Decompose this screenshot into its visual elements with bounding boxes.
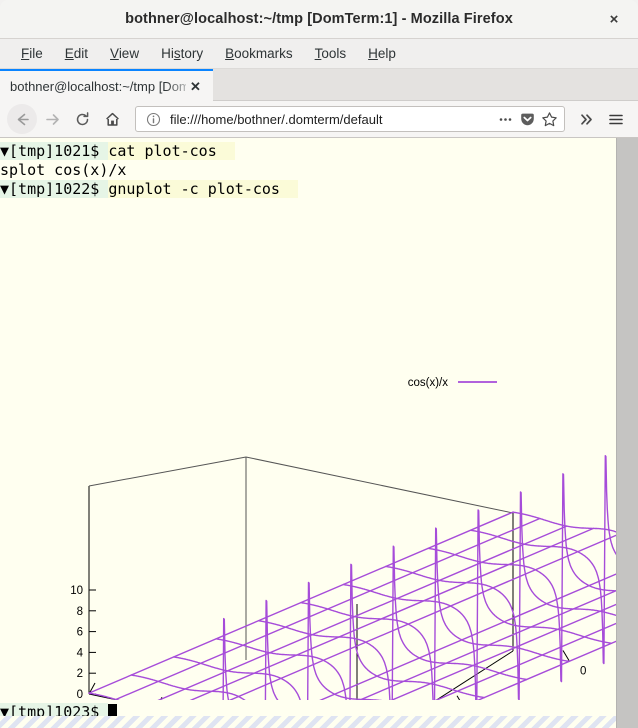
- tab-title: bothner@localhost:~/tmp [DomTerm:1]: [10, 79, 213, 94]
- page-actions-icon[interactable]: [494, 108, 516, 130]
- menu-item-edit[interactable]: Edit: [54, 46, 99, 61]
- mesh-isoline-x: [89, 512, 513, 693]
- firefox-window: bothner@localhost:~/tmp [DomTerm:1] - Mo…: [0, 0, 638, 728]
- chart-z-axis: 1086420-2-4-6-8-10: [66, 486, 96, 700]
- terminal-bottom-pattern: [0, 716, 616, 728]
- domterm-page: ▼[tmp]1021$ cat plot-cos splot cos(x)/x …: [0, 138, 638, 728]
- tab-domterm[interactable]: bothner@localhost:~/tmp [DomTerm:1] ✕: [0, 69, 213, 101]
- mesh-isoline-x: [330, 565, 616, 701]
- app-menu-button[interactable]: [601, 104, 631, 134]
- forward-button[interactable]: [37, 104, 67, 134]
- menu-item-file-label: ile: [29, 46, 43, 61]
- arrow-right-icon: [44, 111, 61, 128]
- menu-bar: File Edit View History Bookmarks Tools H…: [0, 39, 638, 69]
- z-tick-group: 1086420-2-4-6-8-10: [66, 585, 96, 700]
- fold-marker-icon[interactable]: ▼: [0, 180, 9, 198]
- menu-item-tools-label: ools: [321, 46, 346, 61]
- menu-item-help[interactable]: Help: [357, 46, 407, 61]
- legend-label-cosxx: cos(x)/x: [408, 377, 449, 389]
- z-tick-label: 8: [77, 606, 83, 618]
- terminal-command-1022: gnuplot -c plot-cos: [108, 180, 280, 198]
- terminal-output-text: splot cos(x)/x: [0, 161, 126, 179]
- chart-svg: cos(x)/x 1086420-2-4-6-8-10: [0, 200, 616, 700]
- info-icon[interactable]: [142, 108, 164, 130]
- terminal-prompt-1021: [tmp]1021$: [9, 142, 108, 160]
- gnuplot-surface-chart: cos(x)/x 1086420-2-4-6-8-10: [0, 200, 616, 700]
- menu-item-view[interactable]: View: [99, 46, 150, 61]
- tab-strip: bothner@localhost:~/tmp [DomTerm:1] ✕: [0, 69, 638, 101]
- tab-strip-empty-area: [213, 69, 638, 101]
- menu-item-view-label: iew: [119, 46, 139, 61]
- mesh-isoline-x: [196, 534, 616, 700]
- y-tick-label: 0: [580, 666, 586, 678]
- url-bar[interactable]: file:///home/bothner/.domterm/default: [135, 106, 565, 132]
- terminal-prompt-1022: [tmp]1022$: [9, 180, 108, 198]
- z-tick-label: 4: [77, 647, 84, 659]
- mesh-isoline-y: [259, 546, 527, 700]
- terminal-output[interactable]: ▼[tmp]1021$ cat plot-cos splot cos(x)/x …: [0, 138, 616, 728]
- pocket-icon[interactable]: [516, 108, 538, 130]
- url-input[interactable]: file:///home/bothner/.domterm/default: [170, 112, 494, 127]
- terminal-line-2: splot cos(x)/x: [0, 161, 126, 180]
- window-title: bothner@localhost:~/tmp [DomTerm:1] - Mo…: [125, 11, 513, 27]
- reload-icon: [74, 111, 91, 128]
- reload-button[interactable]: [67, 104, 97, 134]
- y-tick-mark: [457, 696, 463, 700]
- mesh-isoline-y: [428, 474, 616, 682]
- bookmark-star-icon[interactable]: [538, 108, 560, 130]
- z-tick-label: 10: [70, 585, 83, 597]
- z-tick-label: 2: [77, 668, 83, 680]
- chart-legend: cos(x)/x: [408, 377, 497, 389]
- mesh-isoline-y: [301, 528, 569, 700]
- z-tick-label: 0: [77, 689, 83, 700]
- window-close-button[interactable]: ×: [598, 0, 630, 38]
- menu-item-edit-label: dit: [74, 46, 88, 61]
- scrollbar-thumb[interactable]: [620, 140, 636, 726]
- terminal-line-1: ▼[tmp]1021$ cat plot-cos: [0, 142, 235, 161]
- mesh-isoline-y: [89, 619, 357, 700]
- chevron-double-right-icon: [578, 111, 595, 128]
- fold-marker-icon[interactable]: ▼: [0, 142, 9, 160]
- back-button[interactable]: [7, 104, 37, 134]
- z-tick-label: 6: [77, 627, 83, 639]
- home-icon: [104, 111, 121, 128]
- menu-item-history[interactable]: History: [150, 46, 214, 61]
- menu-item-bookmarks[interactable]: Bookmarks: [214, 46, 304, 61]
- home-button[interactable]: [97, 104, 127, 134]
- menu-item-bookmarks-label: ookmarks: [234, 46, 293, 61]
- menu-item-file[interactable]: File: [10, 46, 54, 61]
- surface-mesh: [89, 438, 616, 700]
- menu-item-help-label: elp: [378, 46, 396, 61]
- mesh-isoline-x: [116, 519, 540, 700]
- hamburger-icon: [607, 111, 625, 128]
- menu-item-history-label: tory: [181, 46, 204, 61]
- menu-item-tools[interactable]: Tools: [304, 46, 358, 61]
- arrow-left-icon: [14, 111, 31, 128]
- y-tick-mark: [563, 651, 569, 661]
- terminal-line-3: ▼[tmp]1022$ gnuplot -c plot-cos: [0, 180, 298, 199]
- terminal-command-1021: cat plot-cos: [108, 142, 216, 160]
- page-scrollbar[interactable]: [616, 138, 638, 728]
- overflow-menu-button[interactable]: [571, 104, 601, 134]
- window-titlebar: bothner@localhost:~/tmp [DomTerm:1] - Mo…: [0, 0, 638, 39]
- navigation-toolbar: file:///home/bothner/.domterm/default: [0, 101, 638, 138]
- tab-close-icon[interactable]: ✕: [186, 77, 205, 96]
